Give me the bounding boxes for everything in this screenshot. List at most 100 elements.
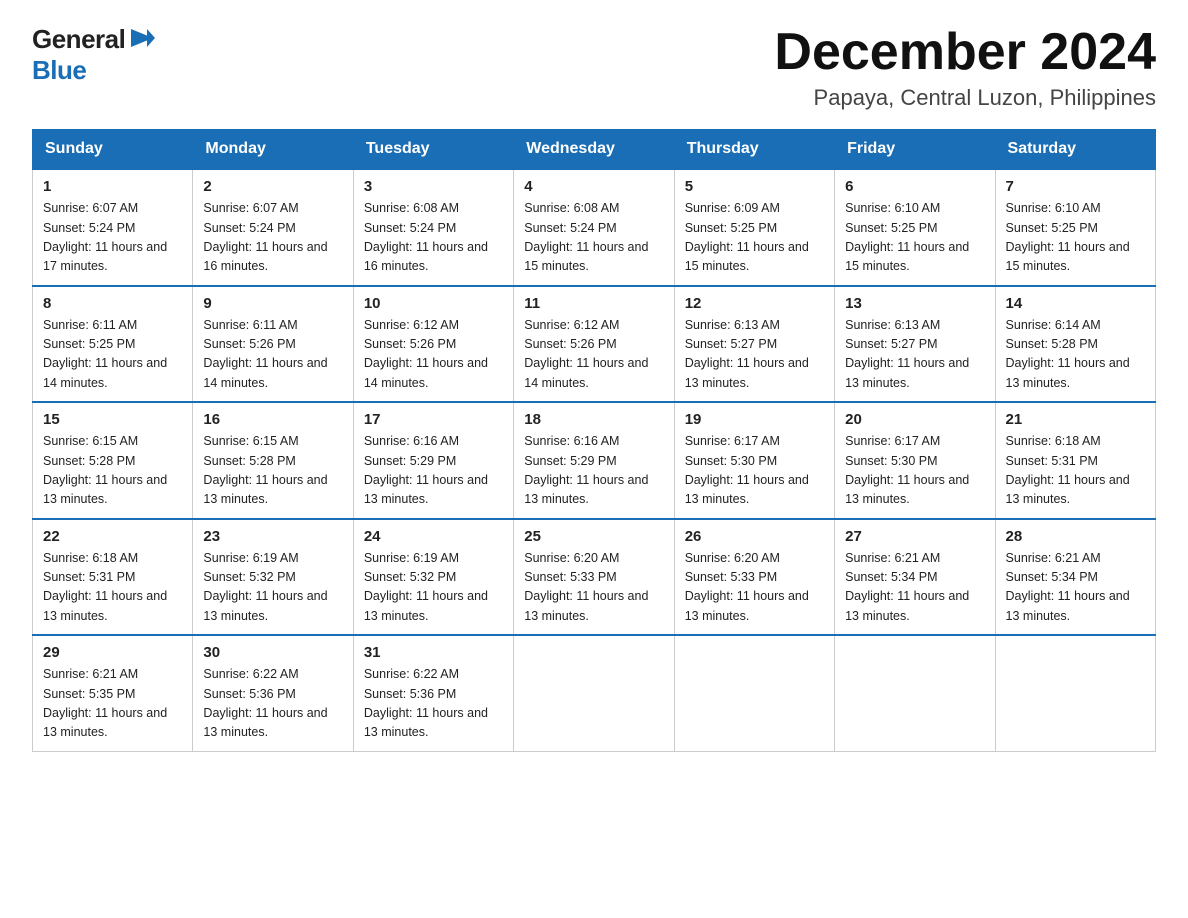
- day-info: Sunrise: 6:12 AMSunset: 5:26 PMDaylight:…: [364, 316, 503, 394]
- day-info: Sunrise: 6:10 AMSunset: 5:25 PMDaylight:…: [845, 199, 984, 277]
- day-number: 20: [845, 411, 984, 428]
- day-number: 2: [203, 178, 342, 195]
- day-info: Sunrise: 6:17 AMSunset: 5:30 PMDaylight:…: [845, 432, 984, 510]
- day-number: 7: [1006, 178, 1145, 195]
- calendar-day-cell: 19Sunrise: 6:17 AMSunset: 5:30 PMDayligh…: [674, 402, 834, 519]
- day-info: Sunrise: 6:08 AMSunset: 5:24 PMDaylight:…: [524, 199, 663, 277]
- day-info: Sunrise: 6:11 AMSunset: 5:25 PMDaylight:…: [43, 316, 182, 394]
- day-number: 14: [1006, 295, 1145, 312]
- calendar-day-cell: 16 Sunrise: 6:15 AMSunset: 5:28 PMDayligh…: [193, 402, 353, 519]
- day-info: Sunrise: 6:08 AMSunset: 5:24 PMDaylight:…: [364, 199, 503, 277]
- calendar-day-cell: 2 Sunrise: 6:07 AMSunset: 5:24 PMDaylight…: [193, 169, 353, 286]
- calendar-day-cell: [995, 635, 1155, 751]
- day-number: 25: [524, 528, 663, 545]
- day-number: 1: [43, 178, 182, 195]
- weekday-header-wednesday: Wednesday: [514, 130, 674, 170]
- day-info: Sunrise: 6:22 AMSunset: 5:36 PMDaylight:…: [364, 665, 503, 743]
- day-number: 17: [364, 411, 503, 428]
- calendar-day-cell: 9 Sunrise: 6:11 AMSunset: 5:26 PMDaylight…: [193, 286, 353, 403]
- calendar-location: Papaya, Central Luzon, Philippines: [774, 85, 1156, 111]
- day-number: 8: [43, 295, 182, 312]
- calendar-day-cell: 10 Sunrise: 6:12 AMSunset: 5:26 PMDayligh…: [353, 286, 513, 403]
- day-number: 29: [43, 644, 182, 661]
- day-info: Sunrise: 6:12 AMSunset: 5:26 PMDaylight:…: [524, 316, 663, 394]
- calendar-day-cell: 18 Sunrise: 6:16 AMSunset: 5:29 PMDayligh…: [514, 402, 674, 519]
- day-info: Sunrise: 6:21 AMSunset: 5:35 PMDaylight:…: [43, 665, 182, 743]
- calendar-day-cell: 20 Sunrise: 6:17 AMSunset: 5:30 PMDayligh…: [835, 402, 995, 519]
- weekday-header-friday: Friday: [835, 130, 995, 170]
- day-info: Sunrise: 6:20 AMSunset: 5:33 PMDaylight:…: [524, 549, 663, 627]
- day-number: 24: [364, 528, 503, 545]
- day-number: 5: [685, 178, 824, 195]
- day-info: Sunrise: 6:13 AMSunset: 5:27 PMDaylight:…: [845, 316, 984, 394]
- calendar-day-cell: 28 Sunrise: 6:21 AMSunset: 5:34 PMDayligh…: [995, 519, 1155, 636]
- logo-general-text: General: [32, 24, 125, 55]
- calendar-day-cell: [514, 635, 674, 751]
- calendar-day-cell: 31 Sunrise: 6:22 AMSunset: 5:36 PMDayligh…: [353, 635, 513, 751]
- day-info: Sunrise: 6:18 AMSunset: 5:31 PMDaylight:…: [43, 549, 182, 627]
- calendar-day-cell: 26 Sunrise: 6:20 AMSunset: 5:33 PMDayligh…: [674, 519, 834, 636]
- day-info: Sunrise: 6:19 AMSunset: 5:32 PMDaylight:…: [364, 549, 503, 627]
- day-info: Sunrise: 6:20 AMSunset: 5:33 PMDaylight:…: [685, 549, 824, 627]
- day-number: 3: [364, 178, 503, 195]
- day-info: Sunrise: 6:10 AMSunset: 5:25 PMDaylight:…: [1006, 199, 1145, 277]
- day-number: 10: [364, 295, 503, 312]
- day-number: 4: [524, 178, 663, 195]
- calendar-day-cell: 7 Sunrise: 6:10 AMSunset: 5:25 PMDaylight…: [995, 169, 1155, 286]
- calendar-title-block: December 2024 Papaya, Central Luzon, Phi…: [774, 24, 1156, 111]
- day-info: Sunrise: 6:07 AMSunset: 5:24 PMDaylight:…: [43, 199, 182, 277]
- calendar-day-cell: 12 Sunrise: 6:13 AMSunset: 5:27 PMDayligh…: [674, 286, 834, 403]
- day-number: 12: [685, 295, 824, 312]
- calendar-week-row: 1 Sunrise: 6:07 AMSunset: 5:24 PMDaylight…: [33, 169, 1156, 286]
- calendar-day-cell: 1 Sunrise: 6:07 AMSunset: 5:24 PMDaylight…: [33, 169, 193, 286]
- weekday-header-sunday: Sunday: [33, 130, 193, 170]
- calendar-day-cell: 11 Sunrise: 6:12 AMSunset: 5:26 PMDayligh…: [514, 286, 674, 403]
- calendar-day-cell: [835, 635, 995, 751]
- calendar-body: 1 Sunrise: 6:07 AMSunset: 5:24 PMDaylight…: [33, 169, 1156, 751]
- day-info: Sunrise: 6:16 AMSunset: 5:29 PMDaylight:…: [364, 432, 503, 510]
- day-number: 6: [845, 178, 984, 195]
- day-number: 22: [43, 528, 182, 545]
- calendar-day-cell: 8 Sunrise: 6:11 AMSunset: 5:25 PMDaylight…: [33, 286, 193, 403]
- day-number: 18: [524, 411, 663, 428]
- day-info: Sunrise: 6:16 AMSunset: 5:29 PMDaylight:…: [524, 432, 663, 510]
- day-number: 11: [524, 295, 663, 312]
- day-number: 23: [203, 528, 342, 545]
- logo: General Blue: [32, 24, 155, 86]
- day-info: Sunrise: 6:07 AMSunset: 5:24 PMDaylight:…: [203, 199, 342, 277]
- calendar-day-cell: [674, 635, 834, 751]
- calendar-day-cell: 21 Sunrise: 6:18 AMSunset: 5:31 PMDayligh…: [995, 402, 1155, 519]
- calendar-month-title: December 2024: [774, 24, 1156, 81]
- calendar-day-cell: 15Sunrise: 6:15 AMSunset: 5:28 PMDayligh…: [33, 402, 193, 519]
- calendar-day-cell: 13Sunrise: 6:13 AMSunset: 5:27 PMDayligh…: [835, 286, 995, 403]
- day-info: Sunrise: 6:17 AMSunset: 5:30 PMDaylight:…: [685, 432, 824, 510]
- calendar-day-cell: 17 Sunrise: 6:16 AMSunset: 5:29 PMDayligh…: [353, 402, 513, 519]
- page-header: General Blue December 2024 Papaya, Centr…: [32, 24, 1156, 111]
- calendar-day-cell: 27Sunrise: 6:21 AMSunset: 5:34 PMDayligh…: [835, 519, 995, 636]
- calendar-day-cell: 6 Sunrise: 6:10 AMSunset: 5:25 PMDaylight…: [835, 169, 995, 286]
- day-info: Sunrise: 6:21 AMSunset: 5:34 PMDaylight:…: [1006, 549, 1145, 627]
- day-number: 26: [685, 528, 824, 545]
- weekday-header-saturday: Saturday: [995, 130, 1155, 170]
- calendar-day-cell: 30Sunrise: 6:22 AMSunset: 5:36 PMDayligh…: [193, 635, 353, 751]
- calendar-week-row: 22 Sunrise: 6:18 AMSunset: 5:31 PMDayligh…: [33, 519, 1156, 636]
- calendar-day-cell: 25 Sunrise: 6:20 AMSunset: 5:33 PMDayligh…: [514, 519, 674, 636]
- day-info: Sunrise: 6:11 AMSunset: 5:26 PMDaylight:…: [203, 316, 342, 394]
- weekday-header-tuesday: Tuesday: [353, 130, 513, 170]
- calendar-week-row: 15Sunrise: 6:15 AMSunset: 5:28 PMDayligh…: [33, 402, 1156, 519]
- day-info: Sunrise: 6:18 AMSunset: 5:31 PMDaylight:…: [1006, 432, 1145, 510]
- day-number: 28: [1006, 528, 1145, 545]
- day-number: 31: [364, 644, 503, 661]
- day-info: Sunrise: 6:19 AMSunset: 5:32 PMDaylight:…: [203, 549, 342, 627]
- day-number: 9: [203, 295, 342, 312]
- calendar-day-cell: 23 Sunrise: 6:19 AMSunset: 5:32 PMDayligh…: [193, 519, 353, 636]
- day-info: Sunrise: 6:13 AMSunset: 5:27 PMDaylight:…: [685, 316, 824, 394]
- logo-flag-icon: [127, 27, 155, 49]
- calendar-day-cell: 4 Sunrise: 6:08 AMSunset: 5:24 PMDaylight…: [514, 169, 674, 286]
- day-number: 27: [845, 528, 984, 545]
- calendar-day-cell: 22 Sunrise: 6:18 AMSunset: 5:31 PMDayligh…: [33, 519, 193, 636]
- day-info: Sunrise: 6:15 AMSunset: 5:28 PMDaylight:…: [203, 432, 342, 510]
- calendar-week-row: 29 Sunrise: 6:21 AMSunset: 5:35 PMDayligh…: [33, 635, 1156, 751]
- day-number: 21: [1006, 411, 1145, 428]
- day-number: 16: [203, 411, 342, 428]
